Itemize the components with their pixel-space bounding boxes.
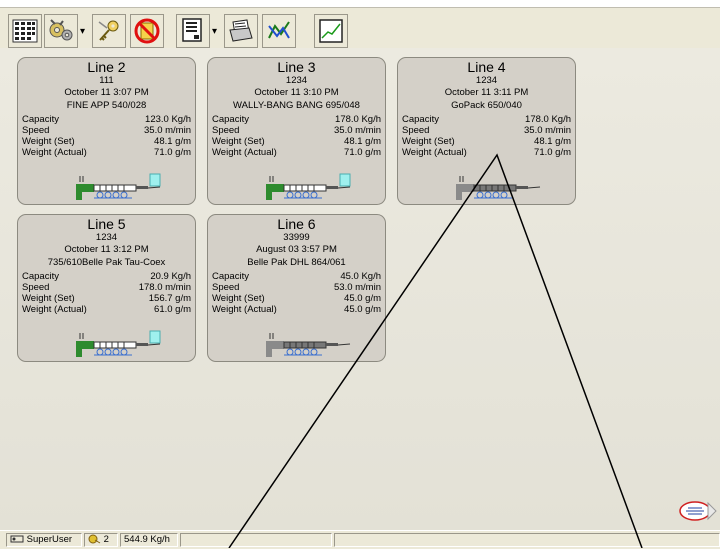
weight-actual-label: Weight (Actual) [212, 147, 277, 158]
capacity-label: Capacity [22, 114, 59, 125]
line-product: GoPack 650/040 [451, 100, 522, 111]
line-product: Belle Pak DHL 864/061 [247, 257, 346, 268]
no-entry-icon[interactable] [130, 14, 164, 48]
weight-set-value: 48.1 g/m [534, 136, 571, 147]
machine-settings-icon[interactable] [44, 14, 78, 48]
weight-actual-value: 61.0 g/m [154, 304, 191, 315]
line-timestamp: August 03 3:57 PM [256, 244, 337, 255]
line-title: Line 2 [87, 59, 126, 75]
line-title: Line 5 [87, 216, 126, 232]
speed-value: 35.0 m/min [334, 125, 381, 136]
weight-actual-label: Weight (Actual) [22, 147, 87, 158]
capacity-value: 123.0 Kg/h [145, 114, 191, 125]
status-pane-wide [334, 533, 720, 547]
extrusion-line-grey-icon [266, 333, 351, 357]
capacity-label: Capacity [212, 271, 249, 282]
line-timestamp: October 11 3:10 PM [254, 87, 339, 98]
line-card[interactable]: Line 3 1234 October 11 3:10 PM WALLY-BAN… [207, 57, 386, 205]
speed-value: 53.0 m/min [334, 282, 381, 293]
weight-actual-label: Weight (Actual) [22, 304, 87, 315]
speed-label: Speed [212, 282, 240, 293]
machine-settings-dropdown-icon[interactable]: ▾ [80, 26, 85, 37]
speed-label: Speed [212, 125, 240, 136]
weight-set-value: 48.1 g/m [344, 136, 381, 147]
company-logo-icon [679, 501, 717, 521]
extrusion-line-green-icon [266, 173, 351, 200]
weight-set-label: Weight (Set) [22, 293, 75, 304]
user-key-icon [10, 535, 24, 543]
weight-actual-value: 71.0 g/m [154, 147, 191, 158]
print-icon[interactable] [224, 14, 258, 48]
speed-label: Speed [22, 282, 50, 293]
status-bar: SuperUser 2 544.9 Kg/h [0, 530, 720, 549]
capacity-value: 178.0 Kg/h [525, 114, 571, 125]
line-product: 735/610Belle Pak Tau-Coex [47, 257, 166, 268]
chart-tool-icon[interactable] [262, 14, 296, 48]
grid-view-icon[interactable] [8, 14, 42, 48]
capacity-label: Capacity [402, 114, 439, 125]
weight-set-label: Weight (Set) [22, 136, 75, 147]
status-count: 2 [84, 533, 118, 547]
line-id: 1234 [95, 232, 118, 243]
weight-set-value: 156.7 g/m [148, 293, 191, 304]
status-count-value: 2 [103, 534, 109, 545]
weight-actual-value: 71.0 g/m [534, 147, 571, 158]
extrusion-line-green-icon [76, 330, 161, 357]
weight-set-label: Weight (Set) [212, 293, 265, 304]
toolbar: ▾ ▾ [0, 8, 720, 48]
status-user: SuperUser [6, 533, 82, 547]
line-timestamp: October 11 3:11 PM [444, 87, 529, 98]
capacity-value: 178.0 Kg/h [335, 114, 381, 125]
line-card[interactable]: Line 5 1234 October 11 3:12 PM 735/610Be… [17, 214, 196, 362]
line-timestamp: October 11 3:07 PM [64, 87, 149, 98]
graph-window-icon[interactable] [314, 14, 348, 48]
extrusion-line-grey-icon [456, 176, 541, 200]
status-user-name: SuperUser [26, 534, 73, 545]
line-id: 111 [99, 75, 114, 86]
weight-actual-value: 45.0 g/m [344, 304, 381, 315]
status-total: 544.9 Kg/h [120, 533, 178, 547]
line-card[interactable]: Line 4 1234 October 11 3:11 PM GoPack 65… [397, 57, 576, 205]
line-product: WALLY-BANG BANG 695/048 [233, 100, 360, 111]
weight-set-value: 45.0 g/m [344, 293, 381, 304]
document-dropdown-icon[interactable]: ▾ [212, 26, 217, 37]
capacity-label: Capacity [212, 114, 249, 125]
keys-icon[interactable] [92, 14, 126, 48]
weight-set-label: Weight (Set) [402, 136, 455, 147]
line-id: 33999 [283, 232, 310, 243]
status-pane-empty [180, 533, 332, 547]
speed-label: Speed [22, 125, 50, 136]
capacity-value: 45.0 Kg/h [340, 271, 381, 282]
line-timestamp: October 11 3:12 PM [64, 244, 149, 255]
line-title: Line 4 [467, 59, 506, 75]
capacity-label: Capacity [22, 271, 59, 282]
line-card[interactable]: Line 6 33999 August 03 3:57 PM Belle Pak… [207, 214, 386, 362]
weight-actual-value: 71.0 g/m [344, 147, 381, 158]
line-card[interactable]: Line 2 111 October 11 3:07 PM FINE APP 5… [17, 57, 196, 205]
line-id: 1234 [285, 75, 308, 86]
line-id: 1234 [475, 75, 498, 86]
line-title: Line 6 [277, 216, 316, 232]
document-icon[interactable] [176, 14, 210, 48]
speed-value: 178.0 m/min [138, 282, 191, 293]
speed-value: 35.0 m/min [524, 125, 571, 136]
active-lines-icon [88, 534, 101, 544]
weight-set-label: Weight (Set) [212, 136, 265, 147]
speed-value: 35.0 m/min [144, 125, 191, 136]
weight-set-value: 48.1 g/m [154, 136, 191, 147]
line-product: FINE APP 540/028 [66, 100, 147, 111]
window-top-edge [0, 0, 720, 8]
weight-actual-label: Weight (Actual) [402, 147, 467, 158]
speed-label: Speed [402, 125, 430, 136]
capacity-value: 20.9 Kg/h [150, 271, 191, 282]
extrusion-line-green-icon [76, 173, 161, 200]
line-title: Line 3 [277, 59, 316, 75]
weight-actual-label: Weight (Actual) [212, 304, 277, 315]
